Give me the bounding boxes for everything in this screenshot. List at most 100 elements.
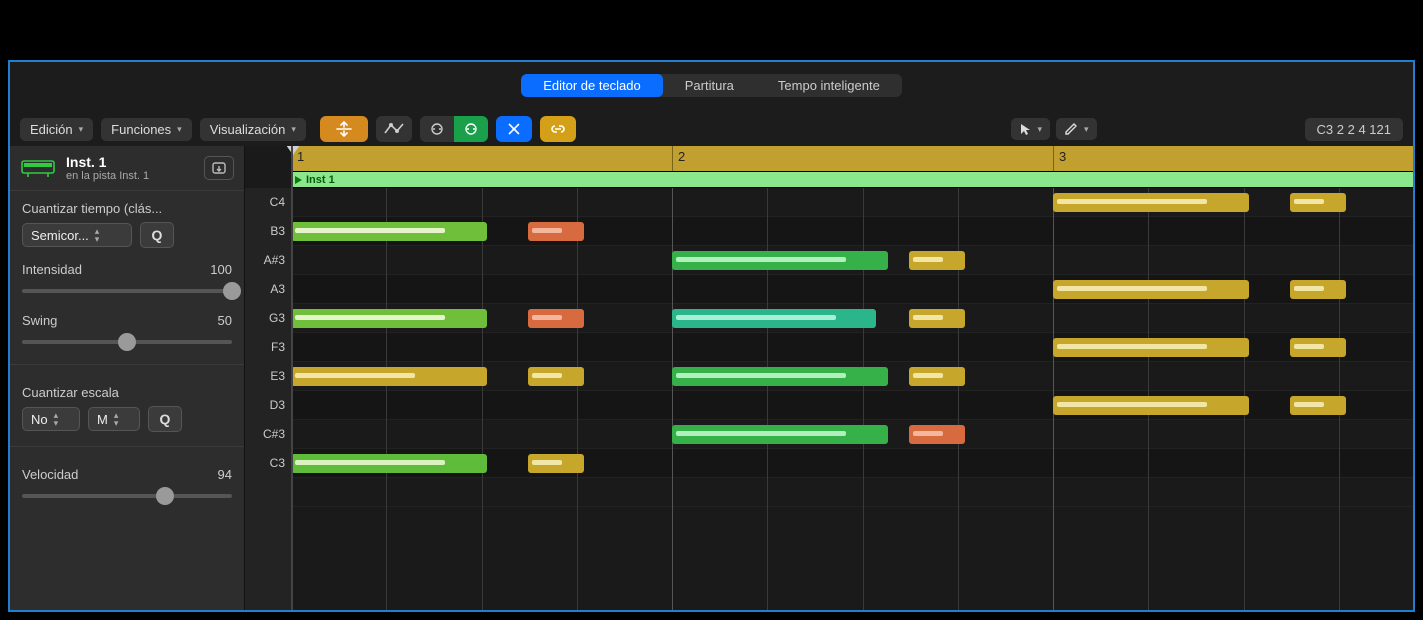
note-velocity-bar bbox=[1057, 344, 1207, 349]
automation-curve-icon bbox=[384, 122, 404, 136]
quantize-time-label: Cuantizar tiempo (clás... bbox=[22, 201, 232, 216]
midi-note[interactable] bbox=[291, 454, 487, 473]
midi-note[interactable] bbox=[528, 454, 584, 473]
midi-note[interactable] bbox=[528, 367, 584, 386]
tab-keyboard-editor[interactable]: Editor de teclado bbox=[521, 74, 663, 97]
midi-note[interactable] bbox=[909, 425, 965, 444]
tab-score[interactable]: Partitura bbox=[663, 74, 756, 97]
main-split: Inst. 1 en la pista Inst. 1 Cuantizar ti… bbox=[10, 146, 1413, 610]
chevron-down-icon: ▾ bbox=[1037, 124, 1042, 135]
instrument-icon bbox=[20, 157, 56, 179]
chevron-down-icon: ▾ bbox=[291, 124, 296, 135]
scale-key-select[interactable]: M ▴▾ bbox=[88, 407, 140, 431]
scale-mode-select[interactable]: No ▴▾ bbox=[22, 407, 80, 431]
midi-in-button[interactable] bbox=[420, 116, 454, 142]
note-velocity-bar bbox=[676, 431, 846, 436]
note-velocity-bar bbox=[1057, 286, 1207, 291]
chevron-down-icon: ▾ bbox=[79, 124, 84, 135]
note-velocity-bar bbox=[913, 431, 943, 436]
automation-button[interactable] bbox=[376, 116, 412, 142]
midi-note[interactable] bbox=[528, 309, 584, 328]
region-play-icon bbox=[295, 176, 302, 184]
quantize-time-value: Semicor... bbox=[31, 228, 89, 243]
midi-note[interactable] bbox=[1290, 396, 1346, 415]
midi-note[interactable] bbox=[291, 222, 487, 241]
link-button[interactable] bbox=[540, 116, 576, 142]
pencil-tool-icon bbox=[1064, 122, 1078, 136]
velocity-section: Velocidad 94 bbox=[10, 457, 244, 508]
midi-note[interactable] bbox=[909, 309, 965, 328]
note-velocity-bar bbox=[295, 373, 415, 378]
scale-quantize-button[interactable]: Q bbox=[148, 406, 182, 432]
menu-functions[interactable]: Funciones ▾ bbox=[101, 118, 192, 141]
slider-thumb bbox=[118, 333, 136, 351]
note-velocity-bar bbox=[1294, 199, 1324, 204]
scale-mode-value: No bbox=[31, 412, 48, 427]
playhead-marker-icon bbox=[286, 146, 300, 155]
track-name: Inst. 1 bbox=[66, 154, 149, 170]
track-subtitle: en la pista Inst. 1 bbox=[66, 170, 149, 182]
midi-note[interactable] bbox=[672, 425, 888, 444]
midi-note[interactable] bbox=[909, 367, 965, 386]
note-label: B3 bbox=[270, 217, 285, 246]
midi-note[interactable] bbox=[909, 251, 965, 270]
menu-edit[interactable]: Edición ▾ bbox=[20, 118, 93, 141]
note-label: A3 bbox=[270, 275, 285, 304]
midi-note[interactable] bbox=[1053, 338, 1249, 357]
note-label: D3 bbox=[270, 391, 285, 420]
slider-track bbox=[22, 289, 232, 293]
bar-number: 2 bbox=[678, 149, 685, 164]
midi-note[interactable] bbox=[1053, 193, 1249, 212]
bar-ruler[interactable]: 123 bbox=[291, 146, 1413, 172]
midi-note[interactable] bbox=[291, 309, 487, 328]
midi-note[interactable] bbox=[291, 367, 487, 386]
piano-roll-area: C4B3A#3A3G3F3E3D3C#3C3 123 Inst 1 bbox=[245, 146, 1413, 610]
slider-thumb bbox=[223, 282, 241, 300]
catch-positions-button[interactable] bbox=[496, 116, 532, 142]
grid-line bbox=[482, 188, 483, 610]
note-label: C3 bbox=[270, 449, 285, 478]
swing-slider[interactable] bbox=[22, 334, 232, 350]
note-velocity-bar bbox=[1057, 199, 1207, 204]
tab-smart-tempo[interactable]: Tempo inteligente bbox=[756, 74, 902, 97]
note-velocity-bar bbox=[295, 460, 445, 465]
note-velocity-bar bbox=[913, 257, 943, 262]
midi-note[interactable] bbox=[1053, 396, 1249, 415]
collapse-automation-button[interactable] bbox=[320, 116, 368, 142]
midi-note[interactable] bbox=[1290, 193, 1346, 212]
midi-note[interactable] bbox=[528, 222, 584, 241]
note-label: C#3 bbox=[263, 420, 285, 449]
left-click-tool[interactable]: ▾ bbox=[1011, 118, 1050, 140]
midi-note[interactable] bbox=[672, 309, 876, 328]
divider bbox=[10, 446, 244, 447]
cmd-click-tool[interactable]: ▾ bbox=[1056, 118, 1097, 140]
note-label: F3 bbox=[271, 333, 285, 362]
quantize-section: Cuantizar tiempo (clás... Semicor... ▴▾ … bbox=[10, 191, 244, 252]
catch-button[interactable] bbox=[204, 156, 234, 180]
midi-note[interactable] bbox=[672, 251, 888, 270]
scale-quantize-label: Cuantizar escala bbox=[22, 385, 232, 400]
note-velocity-bar bbox=[1294, 402, 1324, 407]
note-velocity-bar bbox=[676, 373, 846, 378]
midi-note[interactable] bbox=[1053, 280, 1249, 299]
menu-view[interactable]: Visualización ▾ bbox=[200, 118, 306, 141]
region-strip[interactable]: Inst 1 bbox=[291, 172, 1413, 188]
midi-note[interactable] bbox=[1290, 338, 1346, 357]
editor-toolbar: Edición ▾ Funciones ▾ Visualización ▾ bbox=[10, 112, 1413, 146]
midi-note[interactable] bbox=[1290, 280, 1346, 299]
swing-label: Swing bbox=[22, 313, 57, 328]
editor-view-tabs: Editor de teclado Partitura Tempo inteli… bbox=[10, 70, 1413, 100]
quantize-button[interactable]: Q bbox=[140, 222, 174, 248]
position-display[interactable]: C3 2 2 4 121 bbox=[1305, 118, 1403, 141]
intensity-slider[interactable] bbox=[22, 283, 232, 299]
stepper-icon: ▴▾ bbox=[114, 411, 119, 427]
midi-out-button[interactable] bbox=[454, 116, 488, 142]
note-velocity-bar bbox=[1057, 402, 1207, 407]
inspector-sidebar: Inst. 1 en la pista Inst. 1 Cuantizar ti… bbox=[10, 146, 245, 610]
velocity-slider[interactable] bbox=[22, 488, 232, 504]
quantize-time-select[interactable]: Semicor... ▴▾ bbox=[22, 223, 132, 247]
midi-note[interactable] bbox=[672, 367, 888, 386]
note-grid[interactable] bbox=[291, 188, 1413, 610]
playhead[interactable] bbox=[291, 146, 293, 610]
catch-icon bbox=[211, 161, 227, 175]
